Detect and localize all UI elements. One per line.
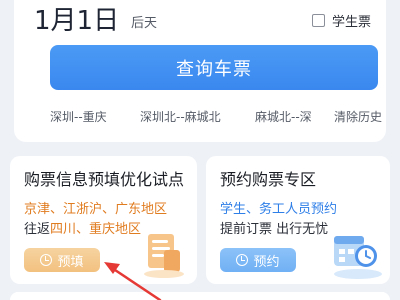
annotation-arrow-icon: [104, 262, 162, 300]
